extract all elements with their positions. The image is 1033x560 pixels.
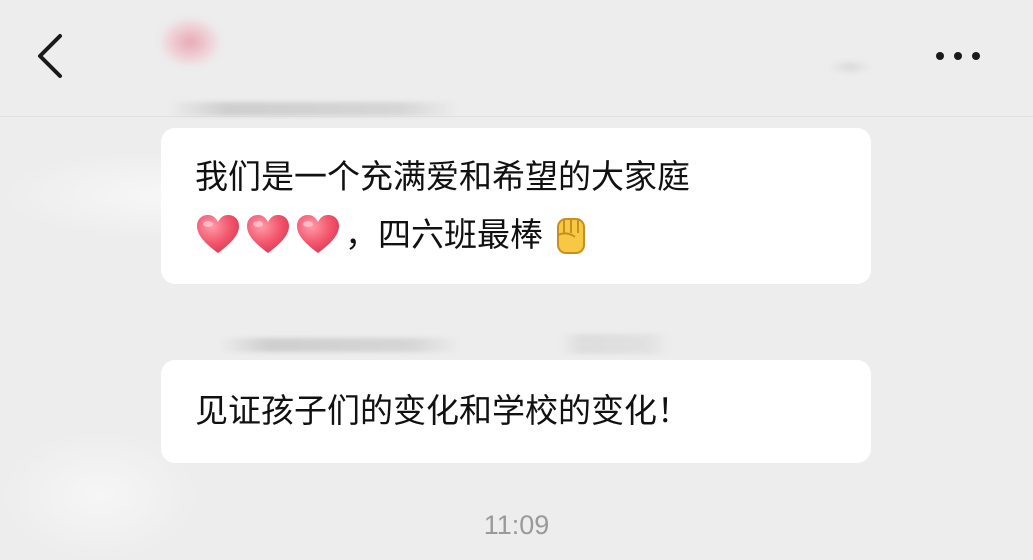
- message-line: ，四六班最棒: [195, 206, 837, 264]
- message-line: 见证孩子们的变化和学校的变化！: [195, 382, 837, 440]
- message-text: 我们是一个充满爱和希望的大家庭: [195, 157, 690, 196]
- message-text: 见证孩子们的变化和学校的变化！: [195, 391, 690, 430]
- red-heart-icon: [195, 213, 241, 257]
- message-timestamp: 11:09: [483, 510, 550, 540]
- chat-title-blurred: [160, 18, 220, 66]
- sender-name-blurred: [168, 102, 458, 116]
- message-bubble[interactable]: 我们是一个充满爱和希望的大家庭 ，四六班最棒: [161, 128, 871, 284]
- raised-fist-icon: [549, 213, 593, 257]
- back-button[interactable]: [30, 28, 74, 84]
- chevron-left-icon: [38, 34, 62, 78]
- message-line: 我们是一个充满爱和希望的大家庭: [195, 148, 837, 206]
- message-text: ，四六班最棒: [345, 215, 543, 254]
- sender-name-blurred: [560, 334, 670, 354]
- more-horizontal-icon: [936, 52, 980, 60]
- red-heart-icon: [245, 213, 291, 257]
- chat-subtitle-blurred: [830, 60, 870, 74]
- background-glow: [0, 150, 165, 240]
- message-bubble[interactable]: 见证孩子们的变化和学校的变化！: [161, 360, 871, 463]
- red-heart-icon: [295, 213, 341, 257]
- sender-name-blurred: [220, 338, 460, 352]
- chat-header: [0, 0, 1033, 117]
- more-options-button[interactable]: [926, 38, 990, 74]
